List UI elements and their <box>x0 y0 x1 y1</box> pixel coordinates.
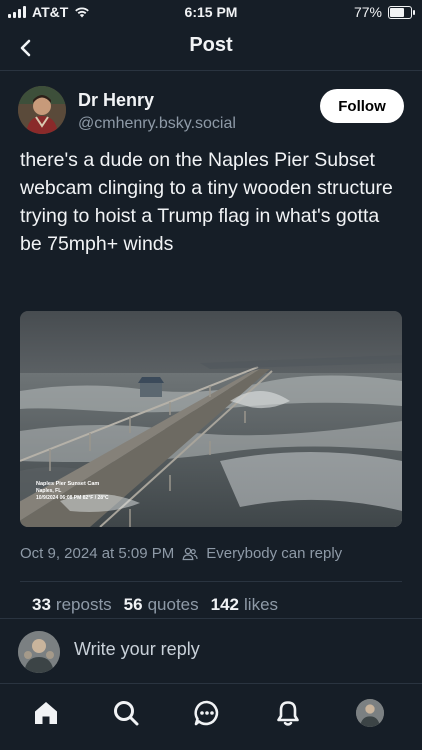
top-navigation: Post <box>0 28 422 71</box>
likes-label: likes <box>244 595 279 614</box>
author-handle[interactable]: @cmhenry.bsky.social <box>78 115 236 133</box>
follow-button[interactable]: Follow <box>320 89 404 123</box>
quotes-label: quotes <box>147 595 199 614</box>
reposts-label: reposts <box>55 595 112 614</box>
tab-search[interactable] <box>106 693 146 733</box>
webcam-location: Naples, FL <box>36 488 62 494</box>
tab-notifications[interactable] <box>268 693 308 733</box>
reposts-count: 33 <box>32 595 51 614</box>
profile-avatar <box>356 699 384 727</box>
profile-avatar-image <box>356 699 384 727</box>
post-timestamp: Oct 9, 2024 at 5:09 PM <box>20 545 175 562</box>
reply-bar: Write your reply <box>0 618 422 684</box>
page-title: Post <box>189 34 233 56</box>
webcam-info: 10/9/2024 06:08 PM 82°F / 28°C <box>36 495 109 501</box>
post-image[interactable]: Naples Pier Sunset Cam Naples, FL 10/9/2… <box>20 311 402 527</box>
home-icon <box>35 702 57 724</box>
my-avatar <box>18 631 60 673</box>
author-avatar[interactable] <box>18 86 66 134</box>
status-bar: AT&T 6:15 PM 77% <box>0 0 422 24</box>
tab-chat[interactable] <box>187 693 227 733</box>
tab-home[interactable] <box>26 693 66 733</box>
chat-icon <box>194 700 219 726</box>
my-avatar-image <box>18 631 60 673</box>
quotes-count: 56 <box>123 595 143 614</box>
quotes-stat[interactable]: 56 quotes <box>124 595 199 615</box>
reply-setting[interactable]: Everybody can reply <box>206 545 342 562</box>
post-stats: 33 reposts 56 quotes 142 likes <box>32 595 278 615</box>
author-name[interactable]: Dr Henry <box>78 90 154 111</box>
webcam-title: Naples Pier Sunset Cam <box>36 481 100 487</box>
bottom-tab-bar <box>0 683 422 750</box>
search-icon <box>114 701 139 726</box>
post-text: there's a dude on the Naples Pier Subset… <box>20 149 393 255</box>
post-meta: Oct 9, 2024 at 5:09 PM Everybody can rep… <box>20 545 342 562</box>
post-author: Dr Henry @cmhenry.bsky.social Follow <box>18 86 404 142</box>
bell-icon <box>277 701 299 726</box>
webcam-overlay: Naples Pier Sunset Cam Naples, FL 10/9/2… <box>36 481 109 502</box>
reply-input[interactable]: Write your reply <box>74 639 200 660</box>
likes-stat[interactable]: 142 likes <box>211 595 278 615</box>
battery-icon <box>388 5 415 19</box>
divider <box>20 581 402 582</box>
battery-percent: 77% <box>353 4 382 20</box>
likes-count: 142 <box>210 595 240 614</box>
people-icon <box>182 547 198 561</box>
reposts-stat[interactable]: 33 reposts <box>32 595 112 615</box>
tab-profile[interactable] <box>350 693 390 733</box>
author-avatar-image <box>18 86 66 134</box>
status-right: 77% <box>353 4 415 20</box>
